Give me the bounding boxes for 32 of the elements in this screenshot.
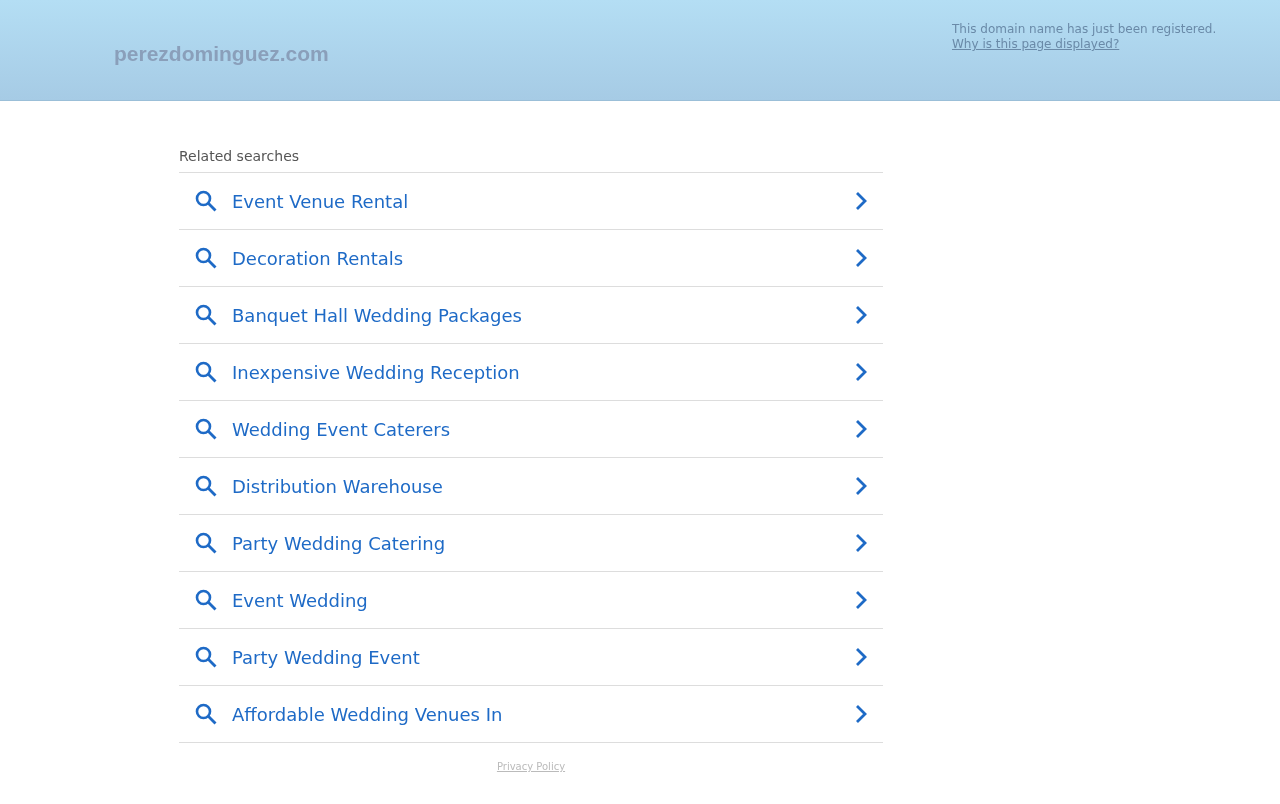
search-link[interactable]: Event Venue Rental: [179, 173, 883, 230]
search-link[interactable]: Party Wedding Catering: [179, 515, 883, 572]
search-icon: [195, 418, 217, 440]
chevron-right-icon: [855, 305, 867, 325]
search-icon: [195, 703, 217, 725]
search-icon: [195, 475, 217, 497]
search-link[interactable]: Banquet Hall Wedding Packages: [179, 287, 883, 344]
search-link[interactable]: Inexpensive Wedding Reception: [179, 344, 883, 401]
chevron-right-icon: [855, 533, 867, 553]
search-icon: [195, 361, 217, 383]
chevron-right-icon: [855, 476, 867, 496]
related-searches-heading: Related searches: [179, 146, 883, 173]
search-icon: [195, 190, 217, 212]
chevron-right-icon: [855, 191, 867, 211]
search-icon: [195, 247, 217, 269]
chevron-right-icon: [855, 248, 867, 268]
search-link[interactable]: Distribution Warehouse: [179, 458, 883, 515]
search-icon: [195, 589, 217, 611]
search-icon: [195, 304, 217, 326]
search-link[interactable]: Event Wedding: [179, 572, 883, 629]
search-link[interactable]: Affordable Wedding Venues In: [179, 686, 883, 743]
search-link[interactable]: Wedding Event Caterers: [179, 401, 883, 458]
chevron-right-icon: [855, 590, 867, 610]
search-link[interactable]: Party Wedding Event: [179, 629, 883, 686]
chevron-right-icon: [855, 704, 867, 724]
chevron-right-icon: [855, 647, 867, 667]
search-icon: [195, 532, 217, 554]
search-icon: [195, 646, 217, 668]
chevron-right-icon: [855, 419, 867, 439]
registration-notice: This domain name has just been registered.: [952, 22, 1216, 37]
chevron-right-icon: [855, 362, 867, 382]
search-link[interactable]: Decoration Rentals: [179, 230, 883, 287]
